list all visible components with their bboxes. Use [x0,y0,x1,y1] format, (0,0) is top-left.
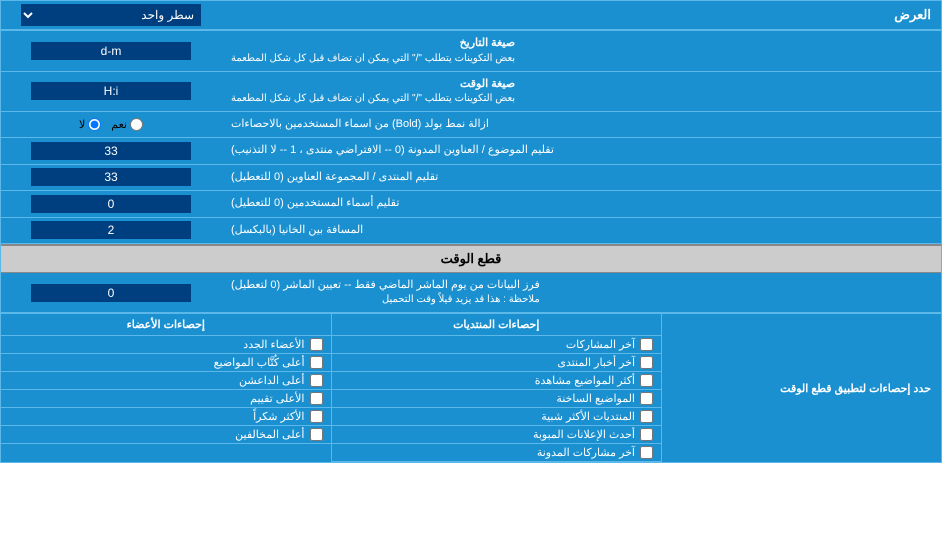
stat-checkbox-new-members[interactable] [310,338,323,351]
stat-checkbox-viewed[interactable] [640,374,653,387]
forum-stats-header: إحصاءات المنتديات [332,314,662,336]
list-item: آخر أخبار المنتدى [332,354,662,372]
member-stats-header: إحصاءات الأعضاء [1,314,331,336]
entry-spacing-label: المسافة بين الخانيا (بالبكسل) [231,223,363,238]
bold-remove-yes[interactable] [130,118,143,131]
time-section-header: قطع الوقت [1,246,941,272]
stat-checkbox-top-violators[interactable] [310,428,323,441]
forum-title-limit-label: تقليم المنتدى / المجموعة العناوين (0 للت… [231,170,438,185]
list-item: المواضيع الساخنة [332,390,662,408]
topic-title-limit-input[interactable] [31,142,191,160]
bold-remove-radio-group: نعم لا [79,118,143,131]
stat-checkbox-news[interactable] [640,356,653,369]
list-item: الأعلى تقييم [1,390,331,408]
list-item: أعلى كُتَّاب المواضيع [1,354,331,372]
list-item: المنتديات الأكثر شبية [332,408,662,426]
time-cut-label: فرز البيانات من يوم الماشر الماضي فقط --… [231,278,540,307]
stat-checkbox-similar[interactable] [640,410,653,423]
list-item: آخر المشاركات [332,336,662,354]
list-item: الأعضاء الجدد [1,336,331,354]
date-format-input[interactable] [31,42,191,60]
forum-title-limit-input[interactable] [31,168,191,186]
bold-remove-no[interactable] [88,118,101,131]
stats-apply-label: حدد إحصاءات لتطبيق قطع الوقت [780,382,931,395]
date-format-label: صيغة التاريخ بعض التكوينات يتطلب "/" الت… [231,36,515,65]
stat-checkbox-most-thanks[interactable] [310,410,323,423]
list-item: أحدث الإعلانات المبوبة [332,426,662,444]
stat-checkbox-top-posters[interactable] [310,374,323,387]
list-item: أكثر المواضيع مشاهدة [332,372,662,390]
page-title: العرض [894,6,931,24]
stat-checkbox-classified[interactable] [640,428,653,441]
username-limit-input[interactable] [31,195,191,213]
time-format-label: صيغة الوقت بعض التكوينات يتطلب "/" التي … [231,77,515,106]
display-mode-select[interactable]: سطر واحد سطرين ثلاثة أسطر [21,4,201,26]
list-item: آخر مشاركات المدونة [332,444,662,462]
list-item: الأكثر شكراً [1,408,331,426]
bold-remove-label: ازالة نمط بولد (Bold) من اسماء المستخدمي… [231,117,489,132]
stat-checkbox-top-writers[interactable] [310,356,323,369]
time-format-input[interactable] [31,82,191,100]
stat-checkbox-blog-posts[interactable] [640,446,653,459]
stat-checkbox-hot[interactable] [640,392,653,405]
topic-title-limit-label: تقليم الموضوع / العناوين المدونة (0 -- ا… [231,143,554,158]
stat-checkbox-posts[interactable] [640,338,653,351]
time-cut-input[interactable] [31,284,191,302]
entry-spacing-input[interactable] [31,221,191,239]
stat-checkbox-top-rated[interactable] [310,392,323,405]
list-item: أعلى الداعشن [1,372,331,390]
username-limit-label: تقليم أسماء المستخدمين (0 للتعطيل) [231,196,399,211]
list-item: أعلى المخالفين [1,426,331,444]
